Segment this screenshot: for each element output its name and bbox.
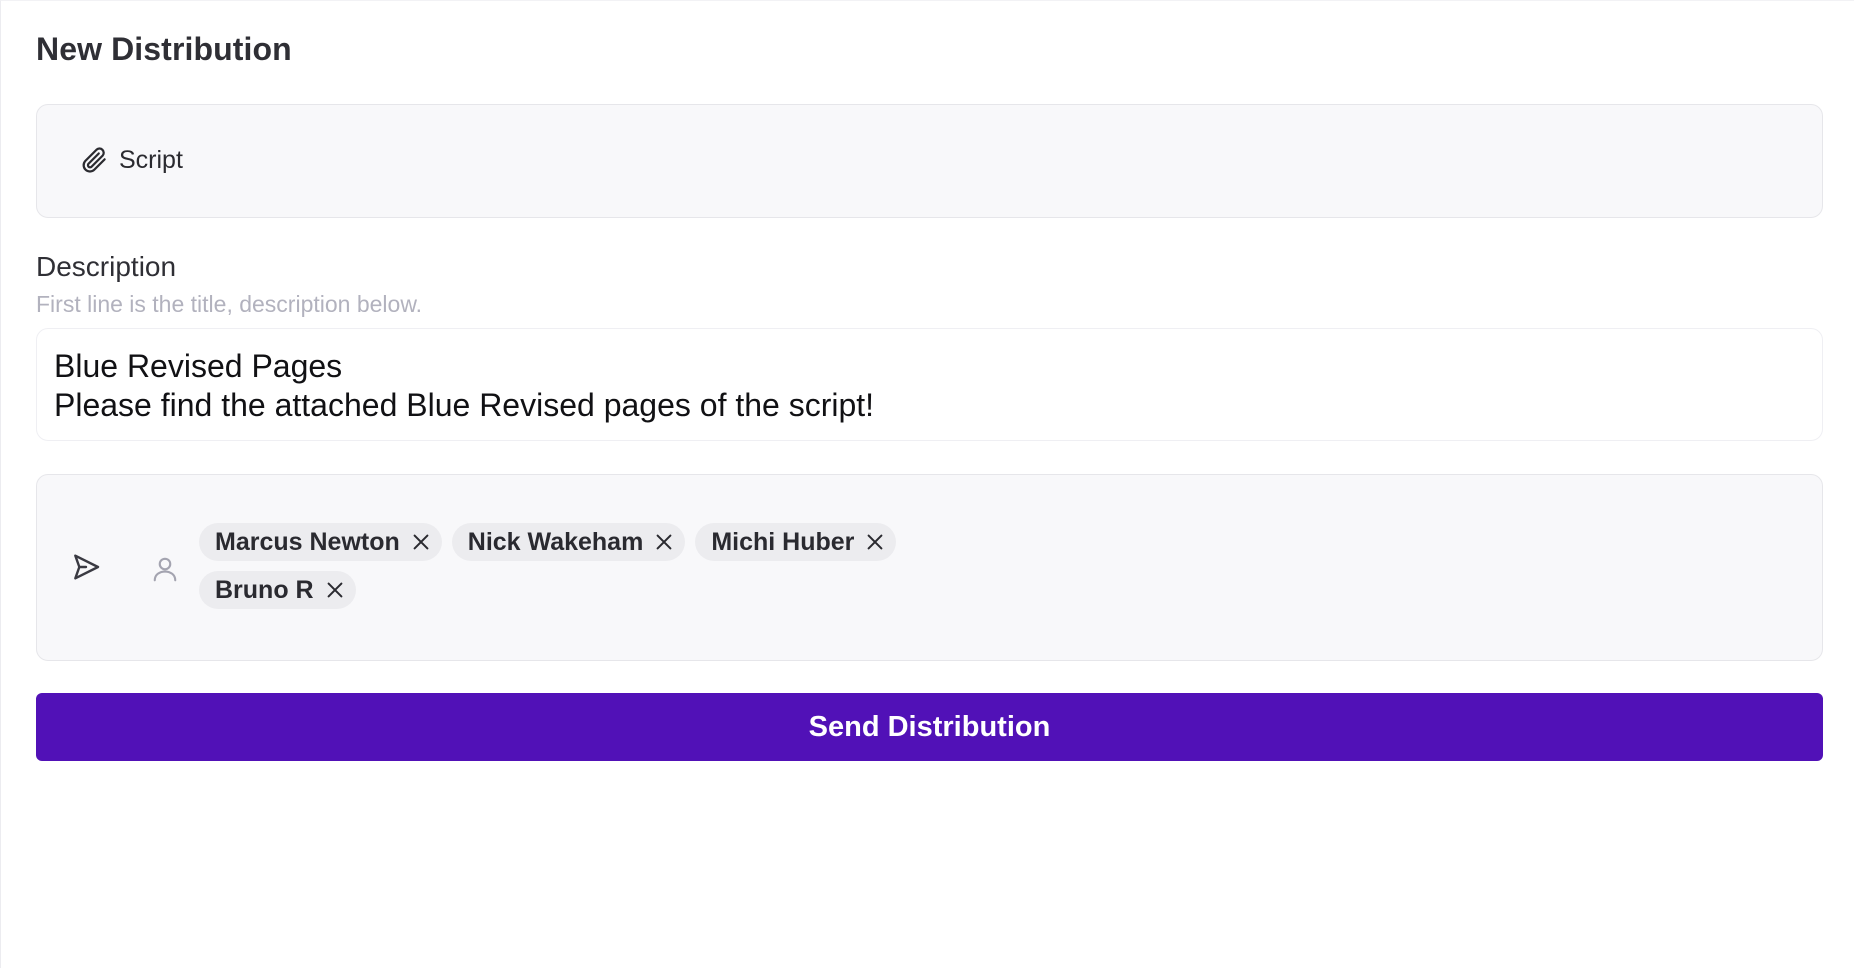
close-icon[interactable]	[653, 531, 675, 553]
attachment-label: Script	[119, 145, 183, 174]
recipient-chip: Michi Huber	[695, 523, 897, 561]
recipient-chip-label: Marcus Newton	[215, 527, 400, 556]
attachment-item[interactable]: Script	[79, 145, 183, 175]
recipient-chip: Bruno R	[199, 571, 356, 609]
recipient-chip: Marcus Newton	[199, 523, 442, 561]
recipient-chip: Nick Wakeham	[451, 523, 686, 561]
description-label: Description	[36, 251, 177, 282]
recipient-chip-label: Nick Wakeham	[467, 527, 644, 556]
description-textarea[interactable]: Blue Revised Pages Please find the attac…	[36, 328, 1823, 441]
send-distribution-button[interactable]: Send Distribution	[36, 693, 1823, 761]
paperclip-icon	[82, 147, 106, 173]
user-icon	[153, 557, 177, 582]
close-icon[interactable]	[864, 531, 886, 553]
page-frame: New Distribution Script Description Firs…	[0, 0, 1854, 968]
close-icon[interactable]	[324, 579, 346, 601]
close-icon[interactable]	[410, 531, 432, 553]
recipients-panel: Marcus Newton Nick Wakeham Michi Huber B…	[36, 474, 1823, 661]
recipient-chip-label: Bruno R	[215, 575, 314, 604]
recipient-chip-label: Michi Huber	[711, 527, 855, 556]
page-title: New Distribution	[36, 31, 292, 67]
description-help-text: First line is the title, description bel…	[36, 291, 423, 317]
send-icon[interactable]	[70, 551, 102, 583]
recipient-chips: Marcus Newton Nick Wakeham Michi Huber B…	[199, 523, 919, 609]
attachment-panel: Script	[36, 104, 1823, 218]
